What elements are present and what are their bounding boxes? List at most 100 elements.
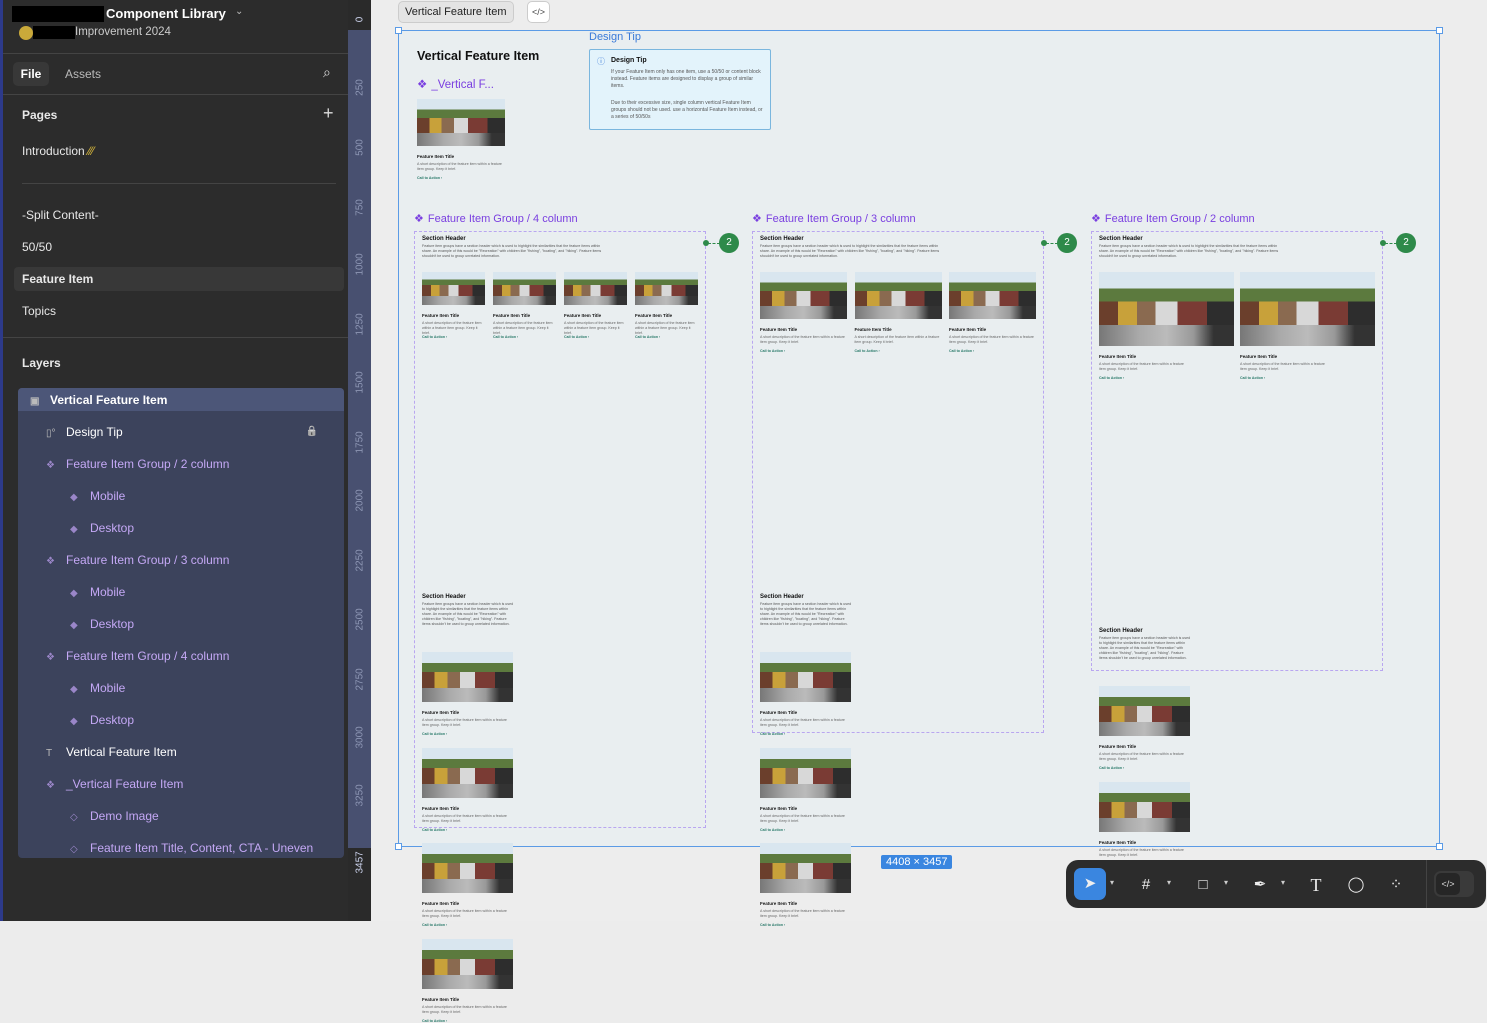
vertical-feature-item-frame[interactable]: Vertical Feature Item ❖ _Vertical F... Feat… <box>395 27 1443 1023</box>
feature-item-title: Feature Item Title <box>564 313 602 318</box>
feature-item-title: Feature Item Title <box>422 996 460 1002</box>
call-to-action-link[interactable]: Call to Action › <box>760 732 785 736</box>
chevron-down-icon[interactable]: ▾ <box>1224 878 1228 887</box>
frame-name-tab[interactable]: Vertical Feature Item <box>398 1 514 23</box>
call-to-action-link[interactable]: Call to Action › <box>760 349 785 353</box>
feature-item-description: A short description of the feature item … <box>417 162 502 171</box>
demo-image <box>417 99 505 146</box>
feature-item-description: A short description of the feature item … <box>422 1004 507 1014</box>
ruler-label: 500 <box>354 139 366 156</box>
page-item-introduction[interactable]: Introduction ⁄⁄⁄ <box>22 144 94 158</box>
feature-item-title: Feature Item Title <box>1099 839 1137 845</box>
resize-handle[interactable] <box>395 843 402 850</box>
group-label[interactable]: ❖ Feature Item Group / 4 column <box>414 212 578 225</box>
text-tool-icon[interactable]: T <box>1303 872 1329 898</box>
demo-image <box>760 843 851 893</box>
resize-handle[interactable] <box>1436 843 1443 850</box>
component-icon: ◆ <box>70 684 78 695</box>
feature-item-title: Feature Item Title <box>1099 354 1137 359</box>
feature-item-group-4-column[interactable]: Section Header Feature item groups have a… <box>414 231 706 1023</box>
add-page-icon[interactable]: + <box>323 103 334 124</box>
resize-handle[interactable] <box>1436 27 1443 34</box>
call-to-action-link[interactable]: Call to Action › <box>417 176 442 180</box>
call-to-action-link[interactable]: Call to Action › <box>760 828 785 832</box>
code-icon[interactable]: </> <box>527 1 550 23</box>
dev-mode-toggle[interactable]: </> <box>1434 871 1474 897</box>
layer-item[interactable]: ◆ Mobile <box>70 486 318 506</box>
feature-item-title: Feature Item Title <box>1240 354 1278 359</box>
feature-item-description: A short description of the feature item … <box>422 909 507 918</box>
layer-item[interactable]: ❖ Feature Item Group / 3 column <box>46 550 318 570</box>
call-to-action-link[interactable]: Call to Action › <box>760 923 785 927</box>
call-to-action-link[interactable]: Call to Action › <box>493 335 518 339</box>
call-to-action-link[interactable]: Call to Action › <box>1099 766 1124 770</box>
page-label: Feature Item <box>22 272 94 286</box>
layer-item[interactable]: ◆ Desktop <box>70 710 318 730</box>
design-tip-title: Design Tip <box>611 57 647 64</box>
comment-tool-icon[interactable]: ◯ <box>1343 872 1369 898</box>
demo-image <box>422 747 513 798</box>
resize-handle[interactable] <box>395 27 402 34</box>
layer-item[interactable]: ▣ Vertical Feature Item <box>30 390 318 410</box>
variant-count-badge[interactable]: 2 <box>1396 233 1416 253</box>
call-to-action-link[interactable]: Call to Action › <box>855 349 880 353</box>
chevron-down-icon[interactable]: ▾ <box>1167 878 1171 887</box>
call-to-action-link[interactable]: Call to Action › <box>1240 376 1265 380</box>
ruler-label: 1500 <box>354 371 366 394</box>
call-to-action-link[interactable]: Call to Action › <box>635 335 660 339</box>
component-set-icon: ❖ <box>46 556 55 567</box>
feature-item-title: Feature Item Title <box>422 901 460 906</box>
page-item-topics[interactable]: Topics <box>22 304 56 318</box>
group-label[interactable]: ❖ Feature Item Group / 3 column <box>752 212 916 225</box>
call-to-action-link[interactable]: Call to Action › <box>422 828 447 832</box>
tab-assets[interactable]: Assets <box>65 67 101 81</box>
variant-count-badge[interactable]: 2 <box>1057 233 1077 253</box>
call-to-action-link[interactable]: Call to Action › <box>422 1019 447 1023</box>
frame-tool-icon[interactable]: # <box>1133 872 1159 898</box>
page-item-split-content[interactable]: -Split Content- <box>22 208 99 222</box>
layer-item[interactable]: ❖ _Vertical Feature Item <box>46 774 318 794</box>
feature-item-group-2-column[interactable]: Section Header Feature item groups have a… <box>1091 231 1383 866</box>
chevron-down-icon[interactable]: ▾ <box>1110 878 1114 887</box>
demo-image <box>949 272 1036 319</box>
layer-label: Feature Item Group / 4 column <box>66 649 230 663</box>
ruler-label: 2500 <box>354 608 366 631</box>
pen-tool-icon[interactable]: ✒ <box>1247 872 1273 898</box>
layer-item[interactable]: ◆ Desktop <box>70 614 318 634</box>
lock-icon[interactable]: 🔒 <box>306 422 318 442</box>
call-to-action-link[interactable]: Call to Action › <box>1099 376 1124 380</box>
layer-label: Vertical Feature Item <box>50 393 168 407</box>
layer-item[interactable]: ◆ Mobile <box>70 582 318 602</box>
layer-item[interactable]: ❖ Feature Item Group / 2 column <box>46 454 318 474</box>
layer-item[interactable]: ◆ Mobile <box>70 678 318 698</box>
layer-label: Desktop <box>90 521 135 535</box>
actions-tool-icon[interactable]: ⁘ <box>1383 872 1409 898</box>
layer-item[interactable]: ◇ Feature Item Title, Content, CTA - Unev… <box>70 838 318 858</box>
group-label[interactable]: ❖ Feature Item Group / 2 column <box>1091 212 1255 225</box>
layer-item[interactable]: ❖ Feature Item Group / 4 column <box>46 646 318 666</box>
call-to-action-link[interactable]: Call to Action › <box>564 335 589 339</box>
call-to-action-link[interactable]: Call to Action › <box>422 335 447 339</box>
tab-file[interactable]: File <box>13 62 49 86</box>
call-to-action-link[interactable]: Call to Action › <box>422 732 447 736</box>
call-to-action-link[interactable]: Call to Action › <box>422 923 447 927</box>
section-icon: ▯° <box>46 428 56 439</box>
feature-item-group-3-column[interactable]: Section Header Feature item groups have a… <box>752 231 1044 927</box>
call-to-action-link[interactable]: Call to Action › <box>949 349 974 353</box>
layer-item[interactable]: ▯° Design Tip 🔒 <box>46 422 318 442</box>
variant-count-badge[interactable]: 2 <box>719 233 739 253</box>
layer-item[interactable]: T Vertical Feature Item <box>46 742 318 762</box>
rectangle-tool-icon[interactable]: □ <box>1190 872 1216 898</box>
demo-image <box>422 272 485 305</box>
search-icon[interactable]: ⌕ <box>323 64 331 81</box>
page-item-50-50[interactable]: 50/50 <box>22 240 52 254</box>
frame-title: Vertical Feature Item <box>417 49 540 63</box>
layer-item[interactable]: ◆ Desktop <box>70 518 318 538</box>
file-title[interactable]: Component Library <box>106 6 226 21</box>
chevron-down-icon[interactable]: ⌄ <box>235 6 243 17</box>
move-tool-icon[interactable]: ➤ <box>1074 868 1106 900</box>
layer-item[interactable]: ◇ Demo Image <box>70 806 318 826</box>
chevron-down-icon[interactable]: ▾ <box>1281 878 1285 887</box>
component-label[interactable]: ❖ _Vertical F... <box>417 77 494 91</box>
component-set-icon: ❖ <box>414 213 424 225</box>
